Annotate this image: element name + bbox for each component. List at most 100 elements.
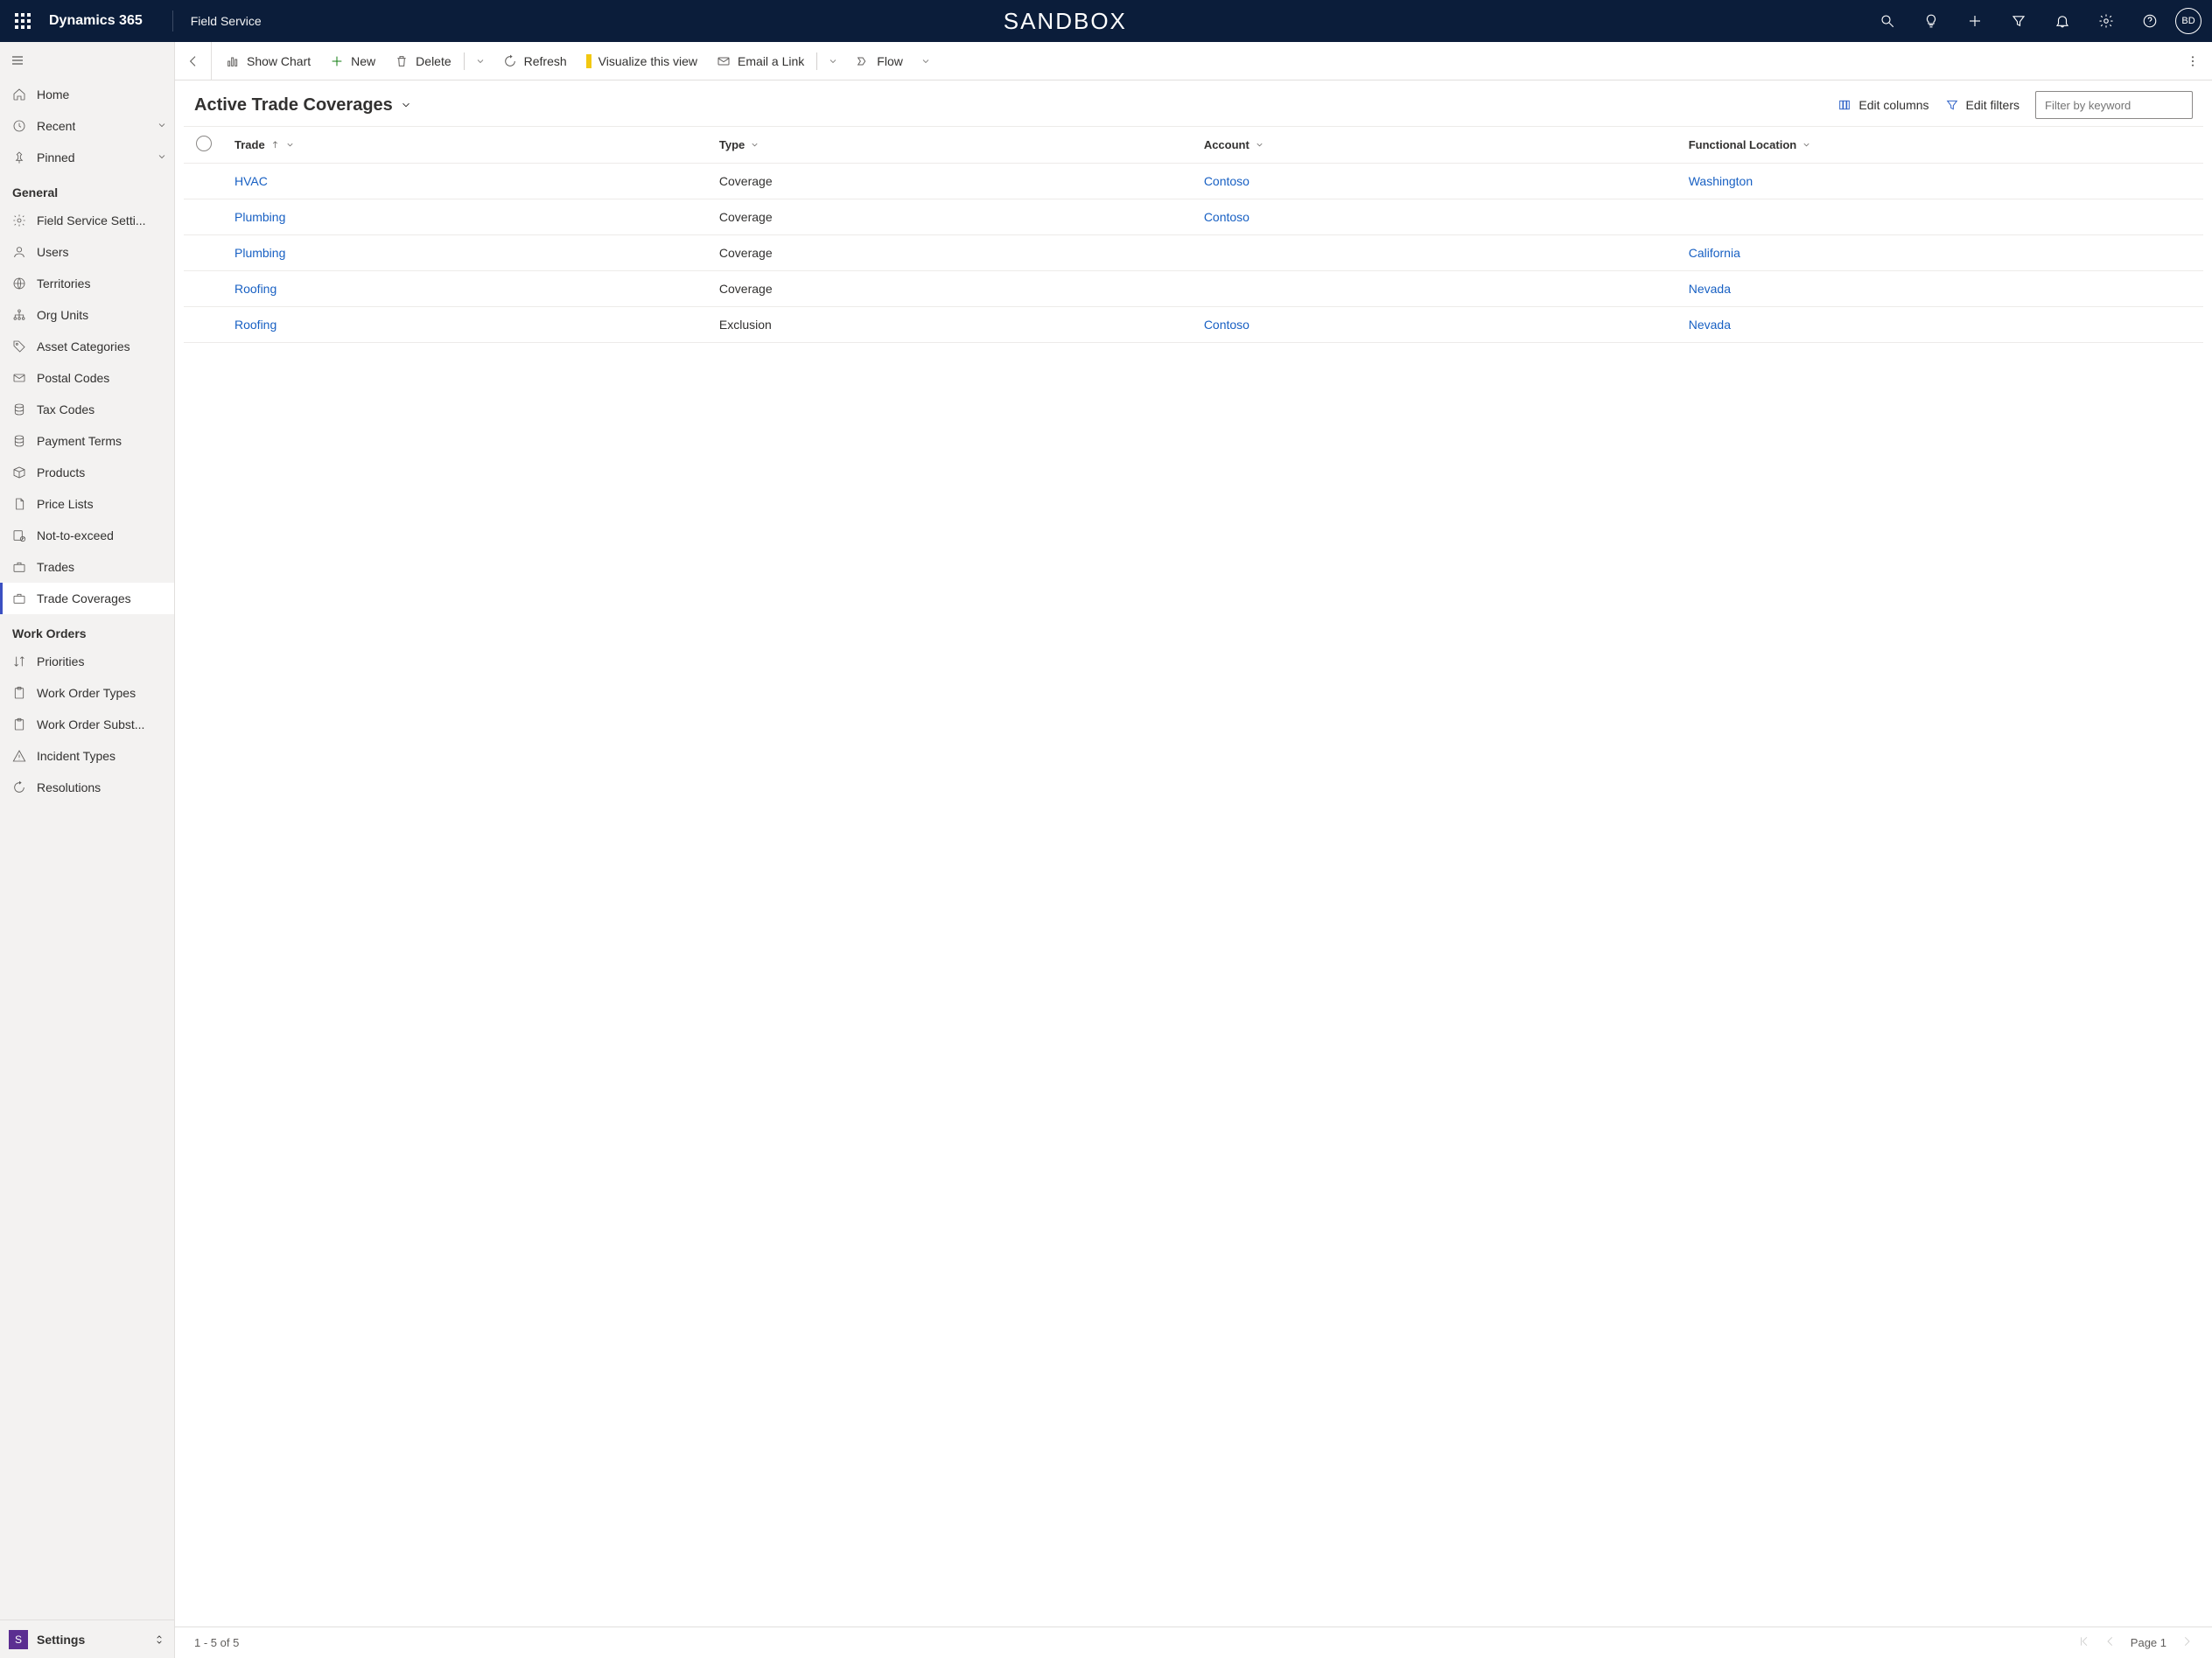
lightbulb-icon[interactable] bbox=[1913, 3, 1950, 39]
column-trade-label: Trade bbox=[234, 138, 265, 151]
nav-item-resolutions[interactable]: Resolutions bbox=[0, 772, 174, 803]
doc-icon bbox=[12, 497, 26, 511]
table-row[interactable]: RoofingExclusionContosoNevada bbox=[184, 307, 2203, 343]
next-page-button[interactable] bbox=[2180, 1635, 2193, 1650]
cell-account[interactable]: Contoso bbox=[1194, 199, 1678, 235]
sidebar-toggle[interactable] bbox=[0, 42, 174, 79]
view-selector[interactable]: Active Trade Coverages bbox=[194, 95, 412, 115]
nav-group-general: General bbox=[0, 173, 174, 205]
cell-trade[interactable]: Plumbing bbox=[224, 199, 709, 235]
nav-item-work-order-subst[interactable]: Work Order Subst... bbox=[0, 709, 174, 740]
nav-item-org-units[interactable]: Org Units bbox=[0, 299, 174, 331]
back-button[interactable] bbox=[175, 42, 212, 80]
cell-account[interactable]: Contoso bbox=[1194, 164, 1678, 199]
new-label: New bbox=[351, 54, 375, 68]
cell-location[interactable]: California bbox=[1678, 235, 2203, 271]
refresh-button[interactable]: Refresh bbox=[494, 42, 576, 80]
new-button[interactable]: New bbox=[321, 42, 384, 80]
db-icon bbox=[12, 434, 26, 448]
cell-location[interactable]: Washington bbox=[1678, 164, 2203, 199]
briefcase-icon bbox=[12, 560, 26, 574]
row-select[interactable] bbox=[184, 271, 224, 307]
nav-item-label: Work Order Subst... bbox=[37, 717, 144, 731]
chevron-down-icon bbox=[920, 56, 931, 66]
nav-item-home[interactable]: Home bbox=[0, 79, 174, 110]
cell-trade[interactable]: Roofing bbox=[224, 271, 709, 307]
add-icon[interactable] bbox=[1956, 3, 1993, 39]
flow-dropdown[interactable] bbox=[914, 42, 938, 80]
nav-item-trade-coverages[interactable]: Trade Coverages bbox=[0, 583, 174, 614]
clock-icon bbox=[12, 119, 26, 133]
keyword-filter-input[interactable] bbox=[2035, 91, 2193, 119]
nav-item-users[interactable]: Users bbox=[0, 236, 174, 268]
cell-location[interactable]: Nevada bbox=[1678, 307, 2203, 343]
nav-item-territories[interactable]: Territories bbox=[0, 268, 174, 299]
nav-item-trades[interactable]: Trades bbox=[0, 551, 174, 583]
cell-account[interactable]: Contoso bbox=[1194, 307, 1678, 343]
nav-item-not-to-exceed[interactable]: Not-to-exceed bbox=[0, 520, 174, 551]
area-switcher[interactable]: S Settings bbox=[0, 1620, 174, 1658]
nav-item-recent[interactable]: Recent bbox=[0, 110, 174, 142]
cell-trade[interactable]: HVAC bbox=[224, 164, 709, 199]
cell-account bbox=[1194, 235, 1678, 271]
trash-icon bbox=[395, 54, 409, 68]
edit-columns-button[interactable]: Edit columns bbox=[1838, 98, 1928, 112]
edit-filters-button[interactable]: Edit filters bbox=[1945, 98, 2020, 112]
page-label: Page 1 bbox=[2131, 1636, 2166, 1649]
product-name[interactable]: Dynamics 365 bbox=[49, 13, 155, 29]
chevron-down-icon bbox=[285, 140, 295, 150]
cell-trade[interactable]: Roofing bbox=[224, 307, 709, 343]
nav-item-price-lists[interactable]: Price Lists bbox=[0, 488, 174, 520]
chevron-down-icon bbox=[157, 119, 167, 133]
table-row[interactable]: PlumbingCoverageCalifornia bbox=[184, 235, 2203, 271]
nav-item-asset-categories[interactable]: Asset Categories bbox=[0, 331, 174, 362]
row-select[interactable] bbox=[184, 307, 224, 343]
nav-item-products[interactable]: Products bbox=[0, 457, 174, 488]
delete-dropdown[interactable] bbox=[468, 42, 493, 80]
nav-item-tax-codes[interactable]: Tax Codes bbox=[0, 394, 174, 425]
app-launcher-icon[interactable] bbox=[5, 3, 40, 38]
column-account[interactable]: Account bbox=[1194, 127, 1678, 164]
nav-item-priorities[interactable]: Priorities bbox=[0, 646, 174, 677]
row-select[interactable] bbox=[184, 235, 224, 271]
filter-icon[interactable] bbox=[2000, 3, 2037, 39]
user-avatar[interactable]: BD bbox=[2175, 8, 2202, 34]
nav-item-field-service-setti[interactable]: Field Service Setti... bbox=[0, 205, 174, 236]
nav-item-work-order-types[interactable]: Work Order Types bbox=[0, 677, 174, 709]
cell-trade[interactable]: Plumbing bbox=[224, 235, 709, 271]
search-icon[interactable] bbox=[1869, 3, 1906, 39]
table-row[interactable]: PlumbingCoverageContoso bbox=[184, 199, 2203, 235]
cmd-separator bbox=[816, 52, 817, 70]
nav-item-label: Asset Categories bbox=[37, 339, 130, 353]
nav-item-postal-codes[interactable]: Postal Codes bbox=[0, 362, 174, 394]
column-type[interactable]: Type bbox=[709, 127, 1194, 164]
email-link-button[interactable]: Email a Link bbox=[708, 42, 813, 80]
nav-item-incident-types[interactable]: Incident Types bbox=[0, 740, 174, 772]
column-trade[interactable]: Trade bbox=[224, 127, 709, 164]
email-dropdown[interactable] bbox=[821, 42, 845, 80]
column-location[interactable]: Functional Location bbox=[1678, 127, 2203, 164]
table-row[interactable]: RoofingCoverageNevada bbox=[184, 271, 2203, 307]
app-name[interactable]: Field Service bbox=[191, 14, 262, 28]
visualize-button[interactable]: Visualize this view bbox=[578, 42, 706, 80]
nav-item-label: Users bbox=[37, 245, 69, 259]
select-all[interactable] bbox=[184, 127, 224, 164]
delete-button[interactable]: Delete bbox=[386, 42, 459, 80]
bell-icon[interactable] bbox=[2044, 3, 2081, 39]
more-commands-button[interactable] bbox=[2174, 42, 2212, 80]
table-row[interactable]: HVACCoverageContosoWashington bbox=[184, 164, 2203, 199]
help-icon[interactable] bbox=[2132, 3, 2168, 39]
nav-item-pinned[interactable]: Pinned bbox=[0, 142, 174, 173]
show-chart-button[interactable]: Show Chart bbox=[217, 42, 319, 80]
nav-item-payment-terms[interactable]: Payment Terms bbox=[0, 425, 174, 457]
chevron-down-icon bbox=[475, 56, 486, 66]
first-page-button[interactable] bbox=[2078, 1635, 2090, 1650]
cell-location[interactable]: Nevada bbox=[1678, 271, 2203, 307]
gear-icon[interactable] bbox=[2088, 3, 2124, 39]
row-select[interactable] bbox=[184, 199, 224, 235]
prev-page-button[interactable] bbox=[2104, 1635, 2117, 1650]
nav-item-label: Price Lists bbox=[37, 497, 94, 511]
flow-button[interactable]: Flow bbox=[847, 42, 912, 80]
row-select[interactable] bbox=[184, 164, 224, 199]
chevron-down-icon bbox=[1255, 140, 1264, 150]
